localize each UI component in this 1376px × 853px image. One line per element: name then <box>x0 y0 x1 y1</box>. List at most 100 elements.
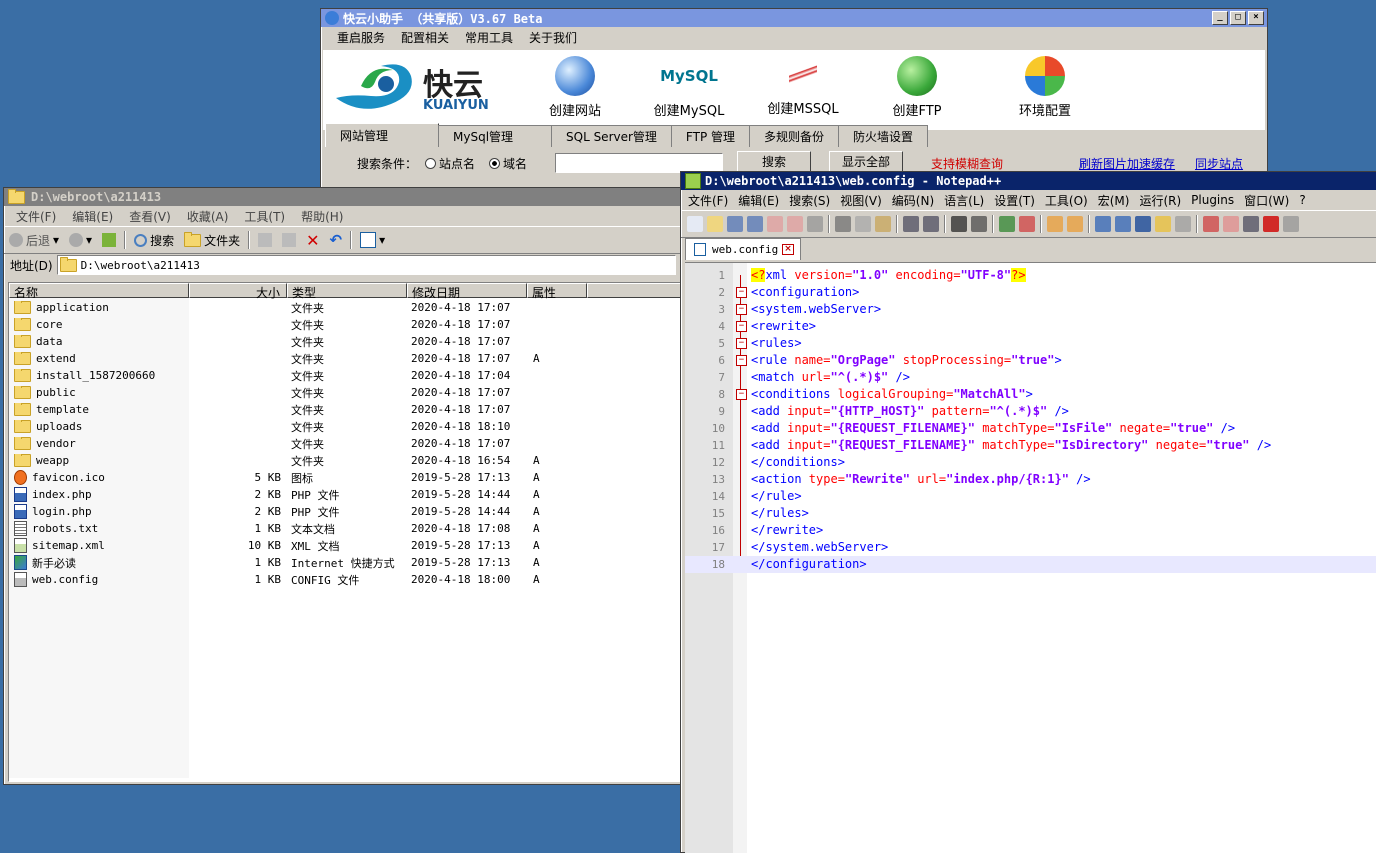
code-line[interactable]: 1 <?xml version="1.0" encoding="UTF-8"?> <box>685 267 1376 284</box>
code-line[interactable]: 8− <conditions logicalGrouping="MatchAll"… <box>685 386 1376 403</box>
menu-item[interactable]: 重启服务 <box>329 29 393 46</box>
menu-item[interactable]: 工具(O) <box>1040 192 1093 209</box>
copy-to-button[interactable] <box>277 233 301 247</box>
close-icon[interactable] <box>767 216 783 232</box>
file-row[interactable]: core 文件夹 2020-4-18 17:07 <box>9 316 681 333</box>
new-icon[interactable] <box>687 216 703 232</box>
column-header[interactable]: 大小 <box>189 283 287 300</box>
save-icon[interactable] <box>727 216 743 232</box>
tab-5[interactable]: 防火墙设置 <box>838 125 929 147</box>
move-to-button[interactable] <box>253 233 277 247</box>
tab-1[interactable]: MySql管理 <box>438 125 552 147</box>
doc-map-icon[interactable] <box>1175 216 1191 232</box>
file-row[interactable]: application 文件夹 2020-4-18 17:07 <box>9 299 681 316</box>
menu-item[interactable]: 常用工具 <box>457 29 521 46</box>
copy-icon[interactable] <box>855 216 871 232</box>
file-row[interactable]: 新手必读 1 KB Internet 快捷方式 2019-5-28 17:13 A <box>9 554 681 571</box>
menu-item[interactable]: 视图(V) <box>835 192 887 209</box>
file-row[interactable]: robots.txt 1 KB 文本文档 2020-4-18 17:08 A <box>9 520 681 537</box>
close-all-icon[interactable] <box>787 216 803 232</box>
code-line[interactable]: 17 </system.webServer> <box>685 539 1376 556</box>
file-row[interactable]: uploads 文件夹 2020-4-18 18:10 <box>9 418 681 435</box>
close-button[interactable]: × <box>1248 11 1264 25</box>
create-tool-button[interactable]: 创建网站 <box>527 56 623 119</box>
record-icon[interactable] <box>1263 216 1279 232</box>
back-button[interactable]: 后退 ▾ <box>4 232 64 249</box>
code-line[interactable]: 7 <match url="^(.*)$" /> <box>685 369 1376 386</box>
tab-0[interactable]: 网站管理 <box>325 123 439 147</box>
views-button[interactable]: ▾ <box>355 232 390 248</box>
menu-item[interactable]: Plugins <box>1186 193 1239 207</box>
code-line[interactable]: 10 <add input="{REQUEST_FILENAME}" matchT… <box>685 420 1376 437</box>
menu-item[interactable]: 编辑(E) <box>733 192 784 209</box>
code-line[interactable]: 12 </conditions> <box>685 454 1376 471</box>
wrap-icon[interactable] <box>1095 216 1111 232</box>
code-line[interactable]: 13 <action type="Rewrite" url="index.php/… <box>685 471 1376 488</box>
menu-item[interactable]: 文件(F) <box>683 192 733 209</box>
indent-guide-icon[interactable] <box>1135 216 1151 232</box>
menu-item[interactable]: 窗口(W) <box>1239 192 1294 209</box>
lang-icon[interactable] <box>1155 216 1171 232</box>
open-icon[interactable] <box>707 216 723 232</box>
fold-toggle-icon[interactable]: − <box>736 287 747 298</box>
code-line[interactable]: 3− <system.webServer> <box>685 301 1376 318</box>
column-header[interactable]: 名称 <box>9 283 189 300</box>
sync-site-link[interactable]: 同步站点 <box>1195 155 1243 172</box>
address-input[interactable]: D:\webroot\a211413 <box>56 255 676 275</box>
column-header[interactable]: 修改日期 <box>407 283 527 300</box>
file-row[interactable]: login.php 2 KB PHP 文件 2019-5-28 14:44 A <box>9 503 681 520</box>
menu-item[interactable]: 关于我们 <box>521 29 585 46</box>
redo-icon[interactable] <box>923 216 939 232</box>
stop-icon[interactable] <box>1283 216 1299 232</box>
file-row[interactable]: template 文件夹 2020-4-18 17:07 <box>9 401 681 418</box>
file-row[interactable]: weapp 文件夹 2020-4-18 16:54 A <box>9 452 681 469</box>
tab-2[interactable]: SQL Server管理 <box>551 125 672 147</box>
tab-web-config[interactable]: web.config × <box>685 238 801 260</box>
menu-item[interactable]: 编辑(E) <box>64 208 121 225</box>
file-row[interactable]: favicon.ico 5 KB 图标 2019-5-28 17:13 A <box>9 469 681 486</box>
replace-icon[interactable] <box>971 216 987 232</box>
code-line[interactable]: 5− <rules> <box>685 335 1376 352</box>
refresh-cache-link[interactable]: 刷新图片加速缓存 <box>1079 155 1175 172</box>
kuaiyun-titlebar[interactable]: 快云小助手 （共享版）V3.67 Beta _ □ × <box>321 9 1267 27</box>
menu-item[interactable]: 配置相关 <box>393 29 457 46</box>
code-line[interactable]: 18 </configuration> <box>685 556 1376 573</box>
code-line[interactable]: 15 </rules> <box>685 505 1376 522</box>
close-tab-icon[interactable]: × <box>782 244 794 255</box>
menu-item[interactable]: 语言(L) <box>939 192 989 209</box>
file-row[interactable]: web.config 1 KB CONFIG 文件 2020-4-18 18:00 A <box>9 571 681 588</box>
zoom-in-icon[interactable] <box>999 216 1015 232</box>
maximize-button[interactable]: □ <box>1230 11 1246 25</box>
file-row[interactable]: extend 文件夹 2020-4-18 17:07 A <box>9 350 681 367</box>
delete-button[interactable]: ✕ <box>301 231 324 250</box>
print-icon[interactable] <box>807 216 823 232</box>
create-tool-button[interactable]: 环境配置 <box>997 56 1093 119</box>
minimize-button[interactable]: _ <box>1212 11 1228 25</box>
search-button[interactable]: 搜索 <box>129 232 179 249</box>
show-all-button[interactable]: 显示全部 <box>829 151 903 173</box>
menu-item[interactable]: 运行(R) <box>1134 192 1186 209</box>
code-line[interactable]: 4− <rewrite> <box>685 318 1376 335</box>
code-line[interactable]: 6− <rule name="OrgPage" stopProcessing="t… <box>685 352 1376 369</box>
up-folder-button[interactable] <box>97 233 121 247</box>
menu-item[interactable]: 文件(F) <box>8 208 64 225</box>
notepad-titlebar[interactable]: D:\webroot\a211413\web.config - Notepad+… <box>681 172 1376 190</box>
explorer-titlebar[interactable]: D:\webroot\a211413 <box>4 188 684 206</box>
tab-4[interactable]: 多规则备份 <box>749 125 840 147</box>
create-tool-button[interactable]: MySQL 创建MySQL <box>641 56 737 119</box>
menu-item[interactable]: 帮助(H) <box>293 208 351 225</box>
folder-workspace-icon[interactable] <box>1223 216 1239 232</box>
cut-icon[interactable] <box>835 216 851 232</box>
file-row[interactable]: sitemap.xml 10 KB XML 文档 2019-5-28 17:13 A <box>9 537 681 554</box>
menu-item[interactable]: 编码(N) <box>887 192 939 209</box>
code-line[interactable]: 16 </rewrite> <box>685 522 1376 539</box>
menu-item[interactable]: 收藏(A) <box>179 208 237 225</box>
fold-toggle-icon[interactable]: − <box>736 338 747 349</box>
undo-button[interactable]: ↶ <box>325 231 348 249</box>
code-line[interactable]: 14 </rule> <box>685 488 1376 505</box>
code-editor[interactable]: 1 <?xml version="1.0" encoding="UTF-8"?> 2… <box>685 262 1376 853</box>
sync-v-icon[interactable] <box>1047 216 1063 232</box>
all-chars-icon[interactable] <box>1115 216 1131 232</box>
radio-domain[interactable]: 域名 <box>489 155 527 172</box>
file-row[interactable]: vendor 文件夹 2020-4-18 17:07 <box>9 435 681 452</box>
